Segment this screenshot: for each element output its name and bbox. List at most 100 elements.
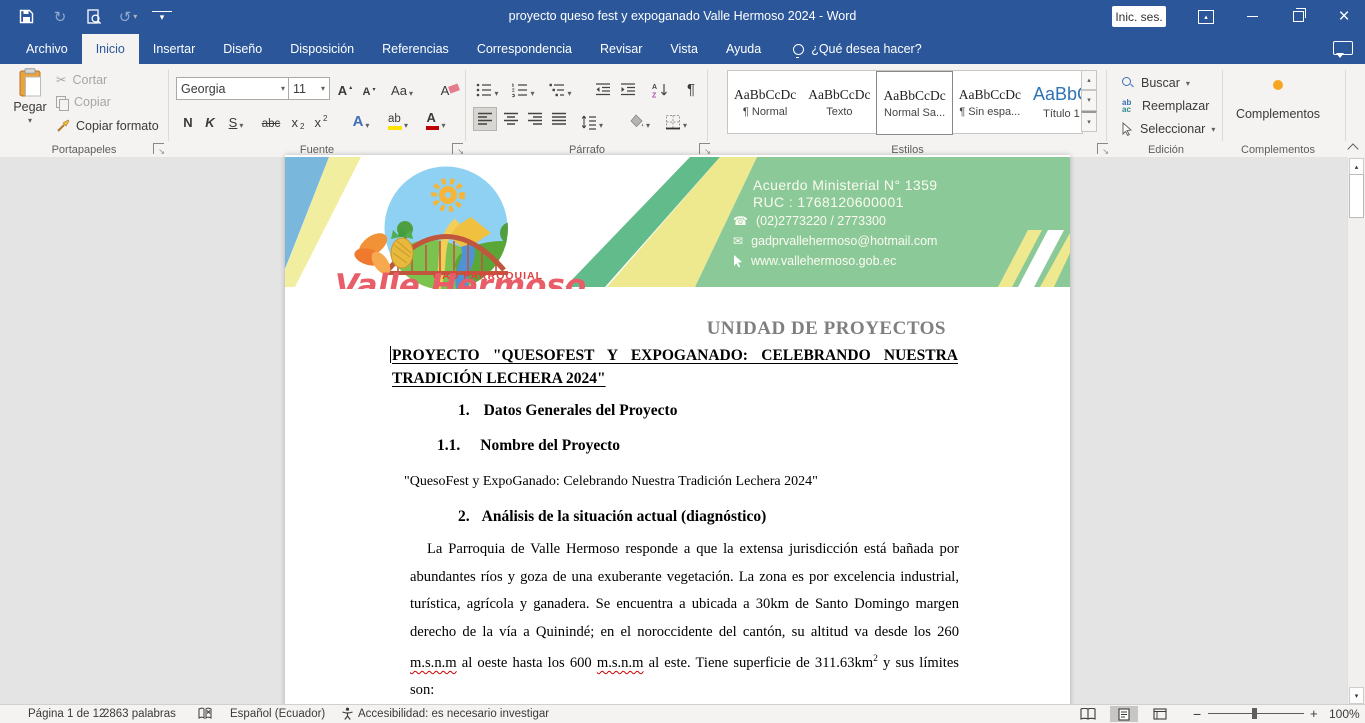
comments-icon[interactable]: [1333, 41, 1353, 55]
tab-referencias[interactable]: Referencias: [368, 34, 463, 64]
select-button[interactable]: Seleccionar▾: [1122, 122, 1215, 136]
format-painter-button[interactable]: Copiar formato: [56, 119, 159, 133]
sign-in-button[interactable]: Inic. ses.: [1112, 6, 1166, 27]
zoom-level[interactable]: 100%: [1329, 705, 1360, 723]
underline-button[interactable]: S▾: [222, 108, 250, 132]
zoom-slider-thumb[interactable]: [1252, 708, 1257, 719]
borders-button[interactable]: ▾: [660, 108, 692, 132]
gallery-scroll-down[interactable]: ▾: [1081, 90, 1097, 110]
restore-button[interactable]: [1278, 0, 1318, 33]
tab-ayuda[interactable]: Ayuda: [712, 34, 775, 64]
multilevel-list-button[interactable]: ▾: [546, 76, 575, 100]
style-normal[interactable]: AaBbCcDc¶ Normal: [728, 71, 802, 133]
style-sin-espaciado[interactable]: AaBbCcDc¶ Sin espa...: [953, 71, 1027, 133]
bullet-list-icon: [476, 82, 492, 98]
numbering-button[interactable]: ▾: [509, 76, 538, 100]
page-indicator[interactable]: Página 1 de 12: [28, 705, 105, 723]
body-paragraph[interactable]: La Parroquia de Valle Hermoso responde a…: [410, 536, 959, 705]
subscript-button[interactable]: x2: [288, 108, 308, 132]
tab-vista[interactable]: Vista: [656, 34, 712, 64]
tab-revisar[interactable]: Revisar: [586, 34, 656, 64]
minimize-button[interactable]: [1232, 0, 1272, 33]
align-left-icon: [477, 111, 493, 127]
tab-insertar[interactable]: Insertar: [139, 34, 209, 64]
clear-formatting-button[interactable]: A: [433, 76, 457, 100]
scroll-down-button[interactable]: ▾: [1349, 687, 1364, 704]
font-color-button[interactable]: A ▾: [420, 108, 452, 132]
shading-button[interactable]: ▾: [624, 108, 654, 132]
font-dialog-launcher[interactable]: [452, 143, 463, 154]
addins-button[interactable]: Complementos: [1228, 72, 1328, 121]
zoom-out-button[interactable]: −: [1193, 705, 1201, 723]
gallery-scroll-up[interactable]: ▴: [1081, 70, 1097, 90]
strikethrough-button[interactable]: abc: [258, 108, 284, 132]
eraser-icon: A: [441, 83, 450, 98]
ribbon-display-options-button[interactable]: ▴: [1186, 0, 1226, 33]
text-effects-button[interactable]: A▾: [346, 108, 376, 132]
sort-button[interactable]: AZ: [649, 76, 673, 100]
highlight-color-button[interactable]: ab ▾: [382, 108, 414, 132]
cursor-pointer-icon: [733, 255, 743, 268]
font-family-select[interactable]: Georgia▾: [176, 77, 290, 100]
bold-button[interactable]: N: [179, 108, 197, 132]
clipboard-dialog-launcher[interactable]: [153, 143, 164, 154]
read-mode-button[interactable]: [1074, 706, 1102, 722]
text-cursor: [390, 346, 391, 363]
heading-1-1[interactable]: 1.1.Nombre del Proyecto: [437, 437, 620, 455]
shrink-font-button[interactable]: A▾: [359, 76, 379, 100]
justify-button[interactable]: [548, 108, 570, 130]
replace-button[interactable]: abac Reemplazar: [1122, 99, 1209, 113]
font-size-select[interactable]: 11▾: [288, 77, 330, 100]
align-center-button[interactable]: [500, 108, 522, 130]
tab-inicio[interactable]: Inicio: [82, 34, 139, 64]
group-label-addins: Complementos: [1225, 144, 1331, 156]
collapse-ribbon-icon[interactable]: [1348, 144, 1360, 152]
print-layout-icon: [1118, 708, 1130, 721]
line-spacing-button[interactable]: ▾: [577, 108, 607, 132]
scrollbar-thumb[interactable]: [1349, 174, 1364, 218]
styles-gallery-scroll: ▴ ▾ ▾: [1081, 70, 1097, 132]
project-name-line[interactable]: "QuesoFest y ExpoGanado: Celebrando Nues…: [404, 474, 818, 490]
style-normal-sa[interactable]: AaBbCcDcNormal Sa...: [876, 71, 952, 135]
tell-me-box[interactable]: ¿Qué desea hacer?: [793, 34, 922, 64]
italic-button[interactable]: K: [201, 108, 219, 132]
change-case-button[interactable]: Aa▾: [387, 76, 417, 100]
multilevel-list-icon: [549, 82, 565, 98]
tab-disposicion[interactable]: Disposición: [276, 34, 368, 64]
decrease-indent-button[interactable]: [593, 76, 613, 100]
styles-dialog-launcher[interactable]: [1097, 143, 1108, 154]
accessibility-status[interactable]: Accesibilidad: es necesario investigar: [358, 705, 549, 723]
find-button[interactable]: Buscar▾: [1122, 76, 1190, 90]
scroll-up-button[interactable]: ▴: [1349, 158, 1364, 175]
web-layout-button[interactable]: [1146, 706, 1174, 722]
heading-2[interactable]: 2.Análisis de la situación actual (diagn…: [458, 508, 766, 526]
paste-button[interactable]: Pegar ▾: [8, 68, 52, 136]
tab-diseno[interactable]: Diseño: [209, 34, 276, 64]
tab-archivo[interactable]: Archivo: [12, 34, 82, 64]
heading-1[interactable]: 1.Datos Generales del Proyecto: [458, 402, 677, 420]
bullets-button[interactable]: ▾: [474, 76, 501, 100]
copy-button: Copiar: [56, 95, 111, 109]
web-layout-icon: [1153, 708, 1167, 720]
close-button[interactable]: ×: [1324, 0, 1364, 33]
increase-indent-button[interactable]: [618, 76, 638, 100]
gallery-expand[interactable]: ▾: [1081, 111, 1097, 132]
word-count[interactable]: 2863 palabras: [103, 705, 176, 723]
vertical-scrollbar[interactable]: ▴ ▾: [1347, 157, 1365, 705]
language-indicator[interactable]: Español (Ecuador): [230, 705, 325, 723]
print-layout-button[interactable]: [1110, 706, 1138, 722]
lightbulb-icon: [793, 44, 804, 55]
zoom-in-button[interactable]: +: [1310, 705, 1318, 723]
doc-title[interactable]: PROYECTO "QUESOFEST Y EXPOGANADO: CELEBR…: [392, 344, 958, 390]
grow-font-button[interactable]: A▴: [335, 76, 355, 100]
paragraph-dialog-launcher[interactable]: [699, 143, 710, 154]
letterhead-ruc: RUC : 1768120600001: [753, 194, 904, 210]
proofing-icon[interactable]: [198, 707, 212, 723]
align-left-button[interactable]: [474, 108, 496, 130]
align-right-button[interactable]: [524, 108, 546, 130]
document-page[interactable]: GAD PARROQUIAL Valle Hermoso Acuerdo Min…: [285, 155, 1070, 707]
superscript-button[interactable]: x2: [311, 108, 331, 132]
style-texto[interactable]: AaBbCcDcTexto: [802, 71, 876, 133]
tab-correspondencia[interactable]: Correspondencia: [463, 34, 586, 64]
show-marks-button[interactable]: ¶: [682, 76, 700, 100]
